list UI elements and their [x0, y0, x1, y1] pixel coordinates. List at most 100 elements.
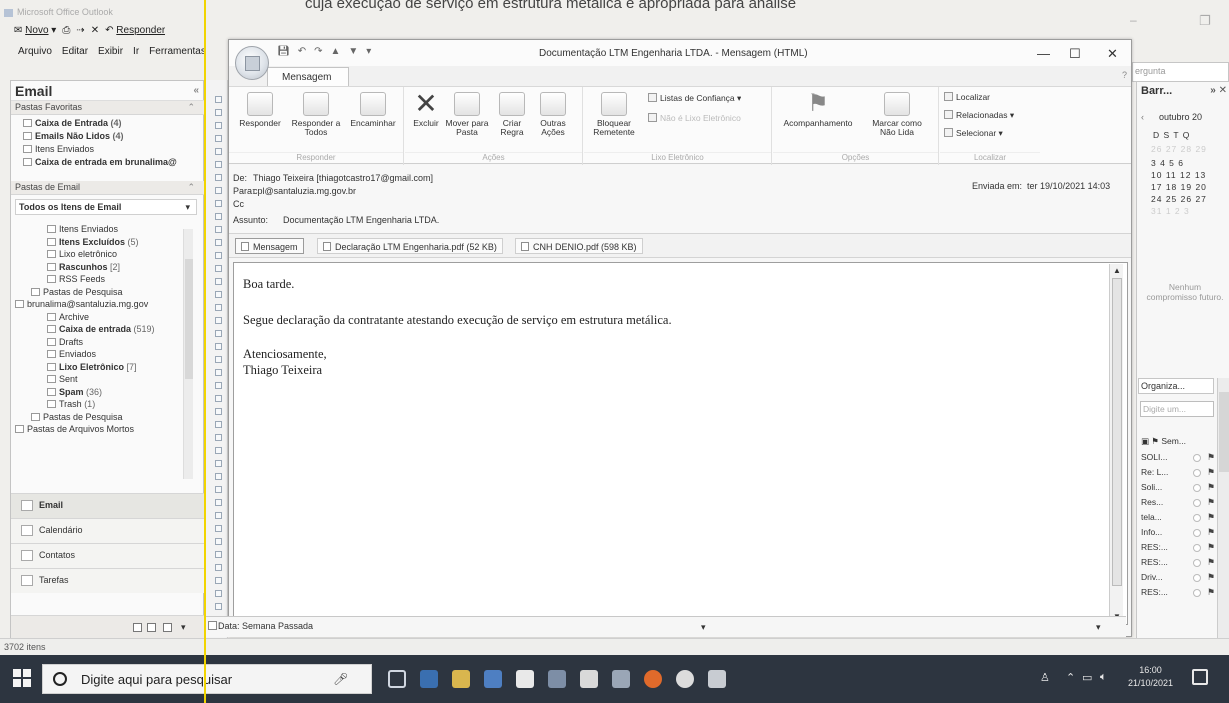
new-button[interactable]: ✉ Novo ▾ — [14, 25, 56, 36]
message-row-icon[interactable] — [215, 291, 222, 298]
message-row-icon[interactable] — [215, 356, 222, 363]
scroll-up-icon[interactable]: ▲ — [1113, 266, 1121, 275]
previous-item-icon[interactable]: ▲ — [330, 46, 340, 57]
message-row-icon[interactable] — [215, 265, 222, 272]
task-item[interactable]: Soli... ⚑ — [1141, 482, 1217, 495]
flag-icon[interactable]: ⚑ — [1207, 512, 1215, 523]
message-row-icon[interactable] — [215, 499, 222, 506]
microphone-icon[interactable]: 🎤︎ — [333, 672, 348, 686]
folder-scrollbar[interactable] — [183, 229, 193, 479]
outlook-minimize-icon[interactable]: – — [1130, 13, 1137, 27]
shortcuts-icon[interactable] — [163, 623, 172, 632]
message-row-icon[interactable] — [215, 382, 222, 389]
message-row-icon[interactable] — [215, 603, 222, 610]
mark-unread-button[interactable]: Marcar como Não Lida — [865, 92, 929, 137]
task-item[interactable]: tela... ⚑ — [1141, 512, 1217, 525]
calendar-week[interactable]: 24 25 26 27 — [1151, 194, 1207, 204]
window-minimize-icon[interactable]: — — [1037, 46, 1050, 61]
task-item[interactable]: RES:... ⚑ — [1141, 587, 1217, 600]
message-row-icon[interactable] — [215, 590, 222, 597]
mail-app-icon[interactable] — [484, 670, 502, 688]
calendar-prev-icon[interactable]: ‹ — [1141, 112, 1144, 122]
all-mail-items-select[interactable]: Todos os Itens de Email ▾ — [15, 199, 197, 215]
message-row-icon[interactable] — [215, 122, 222, 129]
message-row-icon[interactable] — [215, 148, 222, 155]
menu-item-editar[interactable]: Editar — [62, 46, 88, 57]
message-body[interactable]: Boa tarde. Segue declaração da contratan… — [233, 262, 1128, 625]
task-complete-icon[interactable] — [1193, 589, 1201, 597]
mail-folders-header[interactable]: Pastas de Email ⌃ — [11, 181, 205, 195]
mail-folder-item[interactable]: Enviados — [15, 348, 183, 361]
message-row-icon[interactable] — [215, 577, 222, 584]
flag-icon[interactable]: ⚑ — [1207, 557, 1215, 568]
message-row-icon[interactable] — [215, 343, 222, 350]
edge-icon[interactable] — [420, 670, 438, 688]
mail-folder-item[interactable]: Drafts — [15, 336, 183, 349]
volume-icon[interactable]: 🔈︎ — [1100, 671, 1107, 684]
todo-close-icon[interactable]: » ✕ — [1210, 85, 1227, 96]
mail-folder-item[interactable]: Itens Enviados — [15, 223, 183, 236]
flag-icon[interactable]: ⚑ — [1207, 587, 1215, 598]
task-complete-icon[interactable] — [1193, 529, 1201, 537]
photos-icon[interactable] — [612, 670, 630, 688]
print-icon[interactable]: ⎙ — [62, 25, 70, 36]
message-row-icon[interactable] — [215, 187, 222, 194]
notes-icon[interactable] — [133, 623, 142, 632]
message-row-icon[interactable] — [215, 317, 222, 324]
redo-icon[interactable]: ↷ — [314, 46, 322, 57]
task-complete-icon[interactable] — [1193, 544, 1201, 552]
task-complete-icon[interactable] — [1193, 559, 1201, 567]
task-complete-icon[interactable] — [1193, 454, 1201, 462]
date-group-bar[interactable]: Data: Semana Passada ▾ ▾ — [206, 616, 1126, 637]
message-row-icon[interactable] — [215, 330, 222, 337]
task-group-header[interactable]: ▣ ⚑ Sem... — [1141, 436, 1186, 447]
undo-icon[interactable]: ↶ — [298, 46, 306, 57]
message-row-icon[interactable] — [215, 395, 222, 402]
reply-button[interactable]: Responder — [233, 92, 287, 128]
people-icon[interactable]: ♙ — [1040, 671, 1050, 684]
find-button[interactable]: Localizar — [944, 92, 990, 102]
flag-icon[interactable]: ⚑ — [1207, 482, 1215, 493]
move-icon[interactable]: ⇢ — [76, 25, 84, 36]
tab-mensagem[interactable]: Mensagem — [267, 67, 349, 86]
customize-qat-icon[interactable]: ▾ — [366, 46, 371, 57]
nav-button-tasks[interactable]: Tarefas — [11, 568, 205, 593]
move-to-folder-button[interactable]: Mover para Pasta — [443, 92, 491, 137]
office-button[interactable] — [235, 46, 269, 80]
network-icon[interactable]: ▭ — [1082, 671, 1092, 684]
task-complete-icon[interactable] — [1193, 469, 1201, 477]
configure-buttons-icon[interactable]: ▾ — [181, 622, 186, 633]
body-scrollbar[interactable]: ▲▼ — [1109, 264, 1123, 623]
outlook-restore-icon[interactable]: ❐ — [1199, 13, 1211, 29]
task-item[interactable]: Re: L... ⚑ — [1141, 467, 1217, 480]
task-item[interactable]: SOLI... ⚑ — [1141, 452, 1217, 465]
message-row-icon[interactable] — [215, 174, 222, 181]
favorites-header[interactable]: Pastas Favoritas ⌃ — [11, 101, 205, 115]
message-row-icon[interactable] — [215, 525, 222, 532]
mail-folder-item[interactable]: Caixa de entrada (519) — [15, 323, 183, 336]
mail-folder-item[interactable]: Sent — [15, 373, 183, 386]
collapse-icon[interactable]: « — [193, 85, 199, 96]
favorite-folder-item[interactable]: Caixa de entrada em brunalima@ — [23, 156, 203, 169]
message-row-icon[interactable] — [215, 278, 222, 285]
task-item[interactable]: Driv... ⚑ — [1141, 572, 1217, 585]
notification-icon[interactable] — [1192, 669, 1208, 685]
calendar-week[interactable]: 17 18 19 20 — [1151, 182, 1207, 192]
mail-folder-item[interactable]: Pastas de Pesquisa — [15, 286, 183, 299]
flag-icon[interactable]: ⚑ — [1207, 542, 1215, 553]
forward-button[interactable]: Encaminhar — [343, 92, 403, 128]
mail-folder-item[interactable]: RSS Feeds — [15, 273, 183, 286]
mail-folder-item[interactable]: Spam (36) — [15, 386, 183, 399]
save-icon[interactable]: 💾︎ — [277, 46, 290, 57]
message-row-icon[interactable] — [215, 161, 222, 168]
message-row-icon[interactable] — [215, 109, 222, 116]
calendar-week[interactable]: 3 4 5 6 — [1151, 158, 1184, 168]
task-complete-icon[interactable] — [1193, 574, 1201, 582]
window-close-icon[interactable]: ✕ — [1107, 46, 1118, 62]
calendar-week[interactable]: 31 1 2 3 — [1151, 206, 1190, 216]
nav-button-contacts[interactable]: Contatos — [11, 543, 205, 568]
favorite-folder-item[interactable]: Emails Não Lidos (4) — [23, 130, 203, 143]
message-row-icon[interactable] — [215, 434, 222, 441]
flag-icon[interactable]: ⚑ — [1207, 452, 1215, 463]
message-row-icon[interactable] — [215, 538, 222, 545]
